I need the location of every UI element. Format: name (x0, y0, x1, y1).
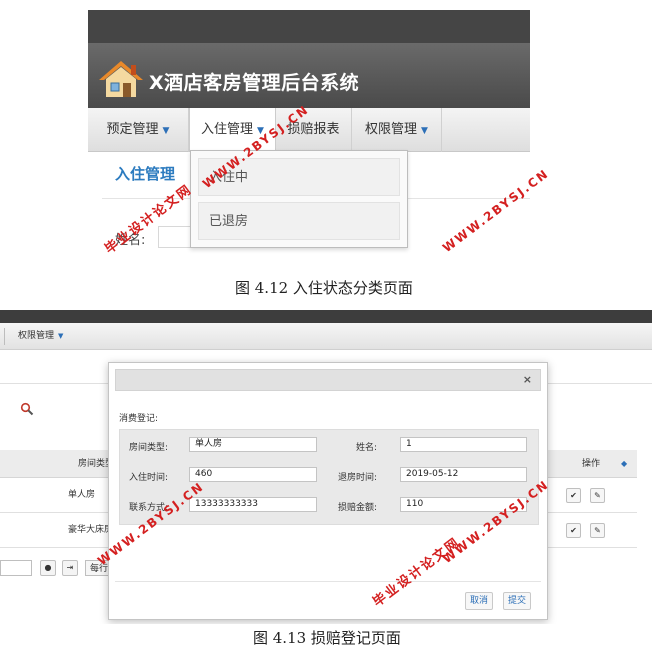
figure-4-12-caption: 图 4.12 入住状态分类页面 (235, 279, 413, 297)
nav-label: 权限管理 (18, 331, 55, 341)
modal-title: 消费登记: (119, 414, 159, 424)
nav-label: 权限管理 (365, 122, 418, 137)
name-label: 姓名: (356, 443, 378, 453)
checkin-time-label: 入住时间: (129, 473, 169, 483)
nav-damage-report[interactable]: 损赔报表 (276, 108, 352, 152)
chevron-down-icon: ▼ (257, 126, 264, 136)
checkout-time-label: 退房时间: (338, 473, 378, 483)
checkout-time-field[interactable]: 2019-05-12 (400, 467, 527, 482)
nav-permission-management[interactable]: 权限管理 ▼ (18, 323, 63, 350)
section-title: 入住管理 (115, 165, 176, 183)
cell-room-type: 豪华大床房 (68, 525, 114, 535)
dropdown-item-checked-in[interactable]: 入住中 (198, 158, 400, 196)
go-page-button[interactable]: ● (40, 560, 56, 576)
cancel-button[interactable]: 取消 (465, 592, 494, 610)
nav-label: 入住管理 (201, 122, 254, 137)
nav-label: 预定管理 (106, 122, 159, 137)
modal-header: × (115, 369, 541, 391)
figure-4-12: X酒店客房管理后台系统 预定管理 ▼ 入住管理 ▼ 损赔报表 权限管理 ▼ 入住管理 … (88, 10, 530, 268)
name-field[interactable]: 1 (400, 437, 527, 452)
top-bar (0, 310, 652, 323)
search-icon[interactable] (20, 402, 34, 416)
nav-separator (4, 328, 5, 345)
contact-label: 联系方式: (129, 503, 169, 513)
room-type-field[interactable]: 单人房 (189, 437, 317, 452)
confirm-icon[interactable]: ✔ (566, 523, 581, 538)
sort-icon[interactable]: ◆ (621, 450, 627, 478)
submit-button[interactable]: 提交 (503, 592, 532, 610)
confirm-icon[interactable]: ✔ (566, 488, 581, 503)
contact-field[interactable]: 13333333333 (189, 497, 317, 512)
modal-footer-divider (115, 581, 541, 582)
main-nav: 预定管理 ▼ 入住管理 ▼ 损赔报表 权限管理 ▼ (88, 108, 530, 152)
cell-room-type: 单人房 (68, 490, 96, 500)
nav-checkin-management[interactable]: 入住管理 ▼ (189, 108, 276, 152)
nav-booking-management[interactable]: 预定管理 ▼ (88, 108, 189, 152)
nav-permission-management[interactable]: 权限管理 ▼ (352, 108, 442, 152)
chevron-down-icon: ▼ (58, 332, 64, 340)
damage-amount-field[interactable]: 110 (400, 497, 527, 512)
damage-registration-modal: × 消费登记: 房间类型: 单人房 姓名: 1 入住时间: 460 退房时间: … (108, 362, 548, 620)
close-icon[interactable]: × (523, 373, 532, 386)
room-type-label: 房间类型: (129, 443, 169, 453)
dropdown-item-checked-out[interactable]: 已退房 (198, 202, 400, 240)
checkin-dropdown-menu: 入住中 已退房 (190, 150, 408, 248)
house-logo-icon (99, 61, 143, 97)
top-bar (88, 10, 530, 43)
page-number-input[interactable] (0, 560, 32, 576)
chevron-down-icon: ▼ (162, 126, 170, 136)
last-page-icon[interactable]: ⇥ (62, 560, 78, 576)
chevron-down-icon: ▼ (421, 126, 428, 136)
damage-amount-label: 损赔金额: (338, 503, 378, 513)
figure-4-13-caption: 图 4.13 损赔登记页面 (253, 629, 401, 647)
column-header-operation: 操作 (582, 459, 601, 469)
edit-icon[interactable]: ✎ (590, 488, 605, 503)
app-title: X酒店客房管理后台系统 (149, 72, 360, 94)
main-nav: 权限管理 ▼ (0, 323, 652, 350)
damage-form: 房间类型: 单人房 姓名: 1 入住时间: 460 退房时间: 2019-05-… (119, 429, 539, 525)
name-label: 姓名: (115, 233, 146, 248)
checkin-time-field[interactable]: 460 (189, 467, 317, 482)
nav-label: 损赔报表 (287, 122, 340, 137)
edit-icon[interactable]: ✎ (590, 523, 605, 538)
figure-4-13: 权限管理 ▼ 房间类型 操作 ◆ 单人房 ✔ ✎ 豪华大床房 ✔ ✎ ● ⇥ 每行… (0, 310, 652, 624)
